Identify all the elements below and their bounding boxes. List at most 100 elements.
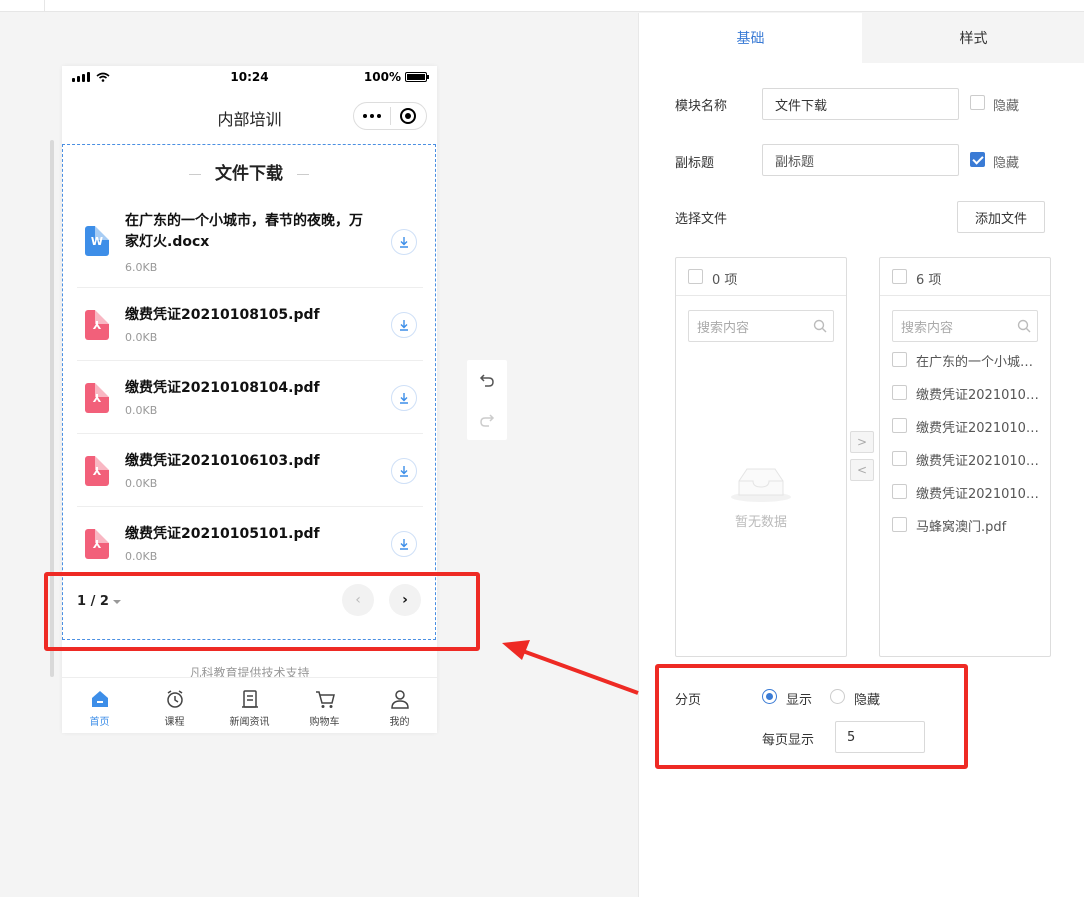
home-icon (91, 691, 108, 707)
download-icon[interactable] (391, 458, 417, 484)
subtitle-input[interactable]: 副标题 (762, 144, 959, 176)
target-search-input[interactable]: 搜索内容 (892, 310, 1038, 342)
file-item[interactable]: W 在广东的一个小城市，春节的夜晚，万家灯火.docx 6.0KB (77, 199, 423, 288)
select-all-checkbox[interactable] (892, 269, 907, 284)
hide-label: 隐藏 (993, 99, 1020, 114)
item-label: 在广东的一个小城市，春节的夜晚，万家灯火.docx (916, 355, 1046, 370)
module-hide-checkbox[interactable] (970, 95, 985, 110)
highlight-pagination-box (44, 572, 480, 651)
tab-cart[interactable]: 购物车 (287, 678, 362, 733)
file-size: 0.0KB (125, 550, 158, 563)
close-target-icon[interactable] (391, 108, 426, 124)
tab-label: 我的 (389, 717, 410, 728)
tab-label: 课程 (164, 717, 185, 728)
pdf-file-icon: ⅄ (85, 456, 109, 486)
list-item[interactable]: 在广东的一个小城市，春节的夜晚，万家灯火.docx (892, 349, 1048, 371)
tab-style[interactable]: 样式 (862, 13, 1084, 63)
file-name: 在广东的一个小城市，春节的夜晚，万家灯火.docx (125, 213, 363, 250)
pdf-file-icon: ⅄ (85, 529, 109, 559)
transfer-target-header: 6 项 (880, 258, 1050, 296)
item-checkbox[interactable] (892, 451, 907, 466)
module-name-input[interactable]: 文件下载 (762, 88, 959, 120)
word-file-icon: W (85, 226, 109, 256)
download-icon[interactable] (391, 229, 417, 255)
empty-state: 暂无数据 (676, 463, 846, 530)
file-name: 缴费凭证20210108104.pdf (125, 380, 320, 396)
file-item[interactable]: ⅄ 缴费凭证20210108104.pdf 0.0KB (77, 361, 423, 434)
item-checkbox[interactable] (892, 385, 907, 400)
tab-basic[interactable]: 基础 (639, 13, 862, 63)
panel-tabs: 基础 样式 (639, 13, 1084, 63)
search-icon (813, 319, 827, 333)
list-item[interactable]: 马蜂窝澳门.pdf (892, 514, 1048, 536)
battery-icon (405, 72, 429, 82)
cart-icon (315, 691, 335, 708)
more-icon[interactable] (354, 114, 390, 118)
download-icon[interactable] (391, 385, 417, 411)
undo-redo-toolbar (467, 360, 507, 440)
annotation-arrow-icon (502, 640, 639, 695)
tab-mine[interactable]: 我的 (362, 678, 437, 733)
source-search-input[interactable]: 搜索内容 (688, 310, 834, 342)
transfer-source-list: 0 项 搜索内容 暂无数据 (675, 257, 847, 657)
empty-text: 暂无数据 (734, 515, 787, 530)
file-name: 缴费凭证20210108105.pdf (125, 307, 320, 323)
transfer-target-list: 6 项 搜索内容 在广东的一个小城市，春节的夜晚，万家灯火.docx 缴费凭证2… (879, 257, 1051, 657)
list-item[interactable]: 缴费凭证20210108105.pdf (892, 382, 1048, 404)
tab-label: 新闻资讯 (229, 717, 270, 728)
file-item[interactable]: ⅄ 缴费凭证20210105101.pdf 0.0KB (77, 507, 423, 580)
empty-box-icon (731, 468, 791, 502)
tab-course[interactable]: 课程 (137, 678, 212, 733)
mini-program-capsule[interactable] (353, 102, 427, 130)
pdf-file-icon: ⅄ (85, 310, 109, 340)
status-bar: 10:24 100% (62, 66, 437, 90)
alarm-clock-icon (166, 690, 183, 708)
user-icon (390, 690, 409, 709)
download-icon[interactable] (391, 531, 417, 557)
select-all-checkbox[interactable] (688, 269, 703, 284)
item-label: 马蜂窝澳门.pdf (916, 520, 1007, 535)
battery-percent: 100% (363, 70, 401, 84)
redo-icon[interactable] (467, 400, 507, 440)
tab-news[interactable]: 新闻资讯 (212, 678, 287, 733)
module-title-text: 文件下载 (215, 164, 283, 184)
pdf-file-icon: ⅄ (85, 383, 109, 413)
nav-bar: 内部培训 (62, 94, 437, 138)
file-size: 0.0KB (125, 404, 158, 417)
item-checkbox[interactable] (892, 352, 907, 367)
transfer-source-header: 0 项 (676, 258, 846, 296)
item-checkbox[interactable] (892, 517, 907, 532)
list-item[interactable]: 缴费凭证20210108104.pdf (892, 415, 1048, 437)
undo-icon[interactable] (467, 360, 507, 400)
file-item[interactable]: ⅄ 缴费凭证20210106103.pdf 0.0KB (77, 434, 423, 507)
subtitle-label: 副标题 (675, 156, 715, 171)
move-right-button[interactable]: > (850, 431, 874, 453)
top-bar-divider (44, 0, 45, 12)
file-download-module[interactable]: 文件下载 W 在广东的一个小城市，春节的夜晚，万家灯火.docx 6.0KB ⅄… (62, 144, 436, 640)
item-checkbox[interactable] (892, 418, 907, 433)
highlight-paging-settings-box (655, 664, 968, 769)
tab-bar: 首页 课程 新闻资讯 购物车 我的 (62, 677, 437, 733)
list-item[interactable]: 缴费凭证20210106103.pdf (892, 448, 1048, 470)
hide-label: 隐藏 (993, 156, 1020, 171)
file-size: 0.0KB (125, 331, 158, 344)
module-name-label: 模块名称 (675, 99, 728, 114)
subtitle-hide-checkbox[interactable] (970, 152, 985, 167)
file-name: 缴费凭证20210106103.pdf (125, 453, 320, 469)
search-placeholder: 搜索内容 (901, 320, 954, 336)
item-label: 缴费凭证20210105101.pdf (916, 487, 1046, 502)
select-file-label: 选择文件 (675, 212, 728, 227)
battery-status: 100% (363, 70, 429, 84)
news-icon (241, 690, 258, 708)
file-item[interactable]: ⅄ 缴费凭证20210108105.pdf 0.0KB (77, 288, 423, 361)
search-icon (1017, 319, 1031, 333)
move-left-button[interactable]: < (850, 459, 874, 481)
file-name: 缴费凭证20210105101.pdf (125, 526, 320, 542)
item-label: 缴费凭证20210108104.pdf (916, 421, 1046, 436)
tab-home[interactable]: 首页 (62, 678, 137, 733)
add-file-button[interactable]: 添加文件 (957, 201, 1045, 233)
list-item[interactable]: 缴费凭证20210105101.pdf (892, 481, 1048, 503)
item-count: 6 项 (916, 273, 942, 288)
item-checkbox[interactable] (892, 484, 907, 499)
download-icon[interactable] (391, 312, 417, 338)
